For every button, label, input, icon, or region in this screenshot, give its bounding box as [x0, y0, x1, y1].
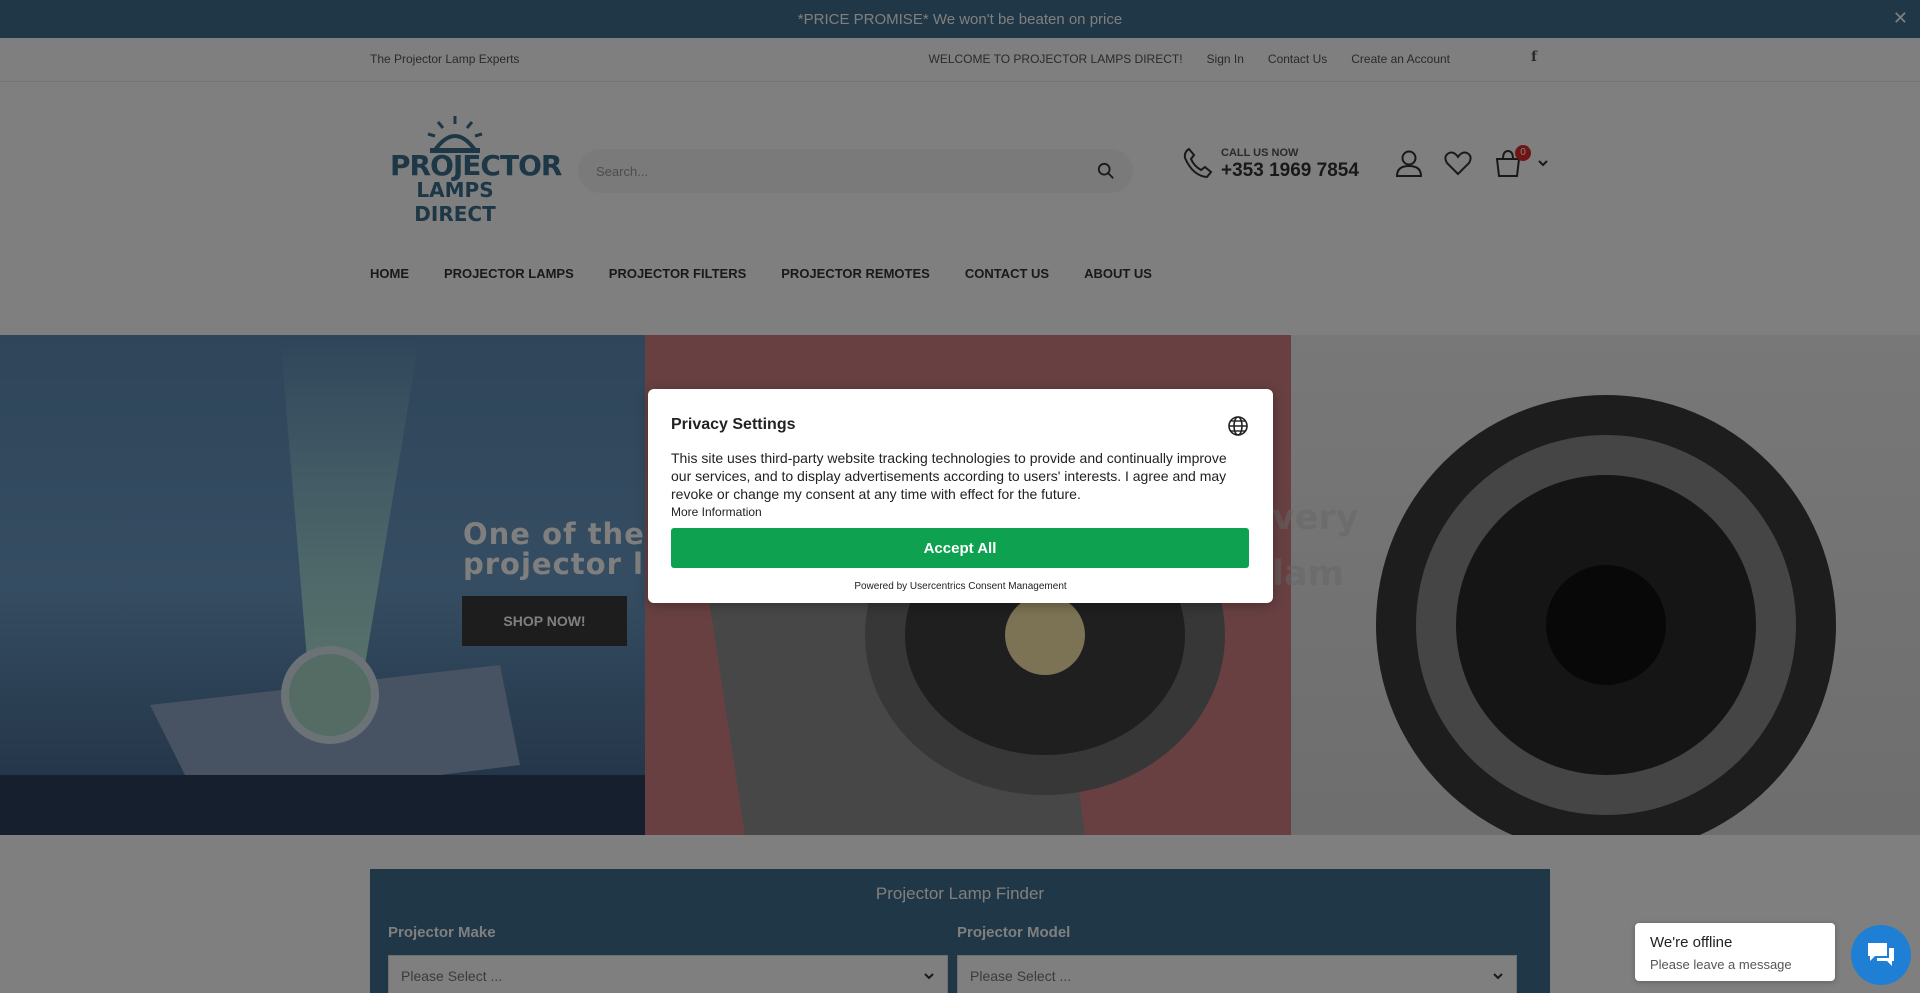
chat-button[interactable] — [1851, 925, 1911, 985]
dialog-body: This site uses third-party website track… — [671, 450, 1227, 502]
globe-icon[interactable] — [1227, 415, 1249, 437]
accept-all-button[interactable]: Accept All — [671, 528, 1249, 568]
more-information-link[interactable]: More Information — [671, 505, 762, 519]
privacy-settings-dialog: Privacy Settings This site uses third-pa… — [648, 389, 1273, 603]
chat-icon — [1868, 943, 1894, 966]
dialog-title: Privacy Settings — [671, 416, 796, 433]
chat-subtitle: Please leave a message — [1650, 957, 1792, 972]
chat-title: We're offline — [1650, 934, 1733, 951]
chat-status-bubble[interactable]: We're offline Please leave a message — [1635, 923, 1835, 981]
powered-by-text: Powered by Usercentrics Consent Manageme… — [854, 581, 1067, 592]
